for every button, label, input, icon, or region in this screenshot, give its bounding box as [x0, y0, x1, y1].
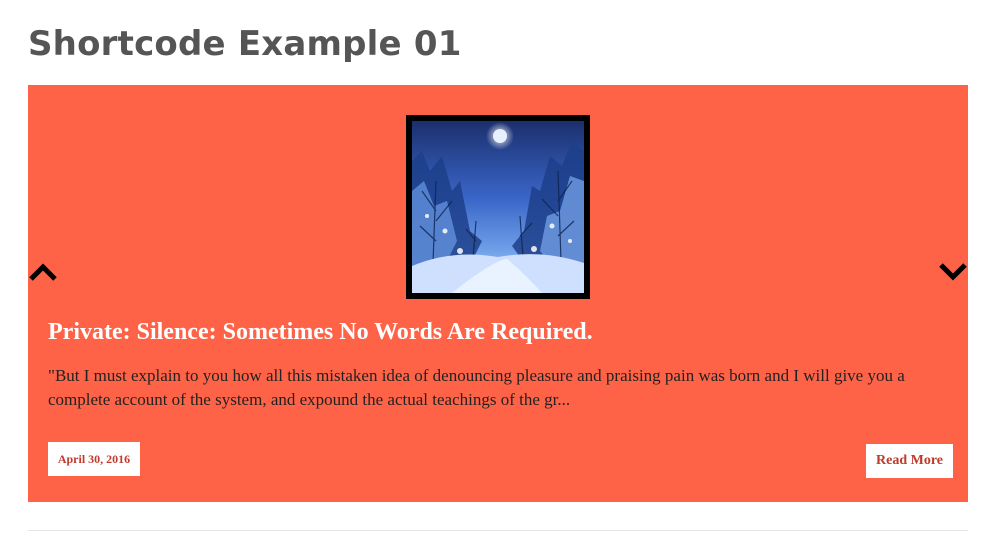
read-more-button[interactable]: Read More [866, 444, 953, 478]
winter-night-image [412, 121, 584, 293]
post-excerpt: "But I must explain to you how all this … [48, 366, 905, 409]
slider-next-button[interactable] [938, 259, 968, 285]
chevron-up-icon [29, 263, 57, 281]
page-title: Shortcode Example 01 [28, 24, 462, 64]
slider-prev-button[interactable] [28, 259, 58, 285]
post-title-link[interactable]: Private: Silence: Sometimes No Words Are… [48, 319, 593, 346]
post-date-badge: April 30, 2016 [48, 442, 140, 476]
divider [28, 530, 968, 531]
chevron-down-icon [939, 263, 967, 281]
post-thumbnail[interactable] [406, 115, 590, 299]
post-slider: Private: Silence: Sometimes No Words Are… [28, 85, 968, 502]
